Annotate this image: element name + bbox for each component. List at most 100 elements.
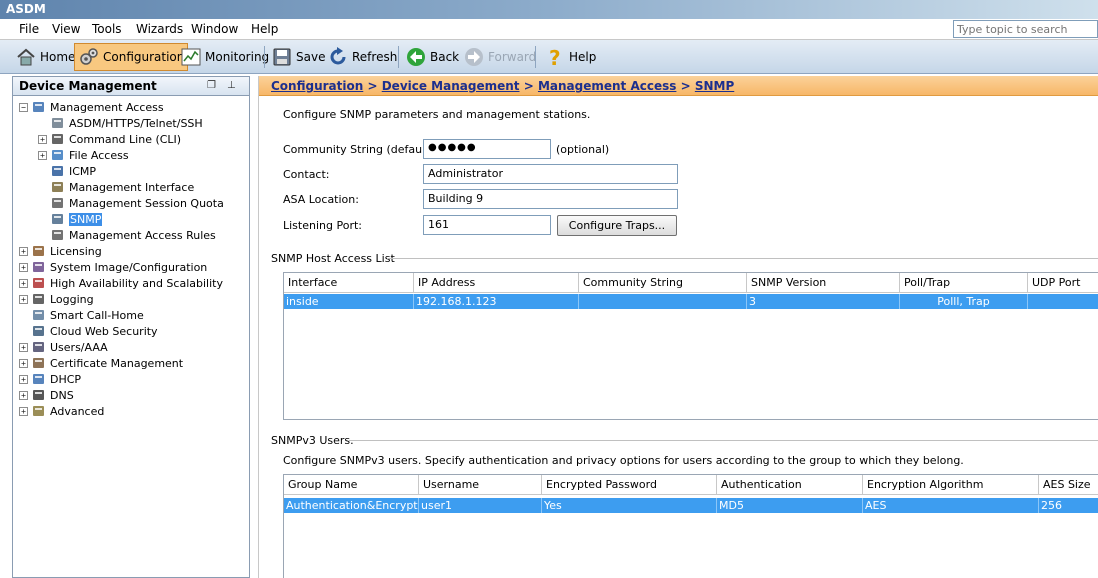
menu-file[interactable]: File	[19, 22, 39, 36]
breadcrumb-management-access[interactable]: Management Access	[538, 79, 676, 93]
tree-node-cloud-web-security[interactable]: Cloud Web Security	[19, 323, 158, 339]
breadcrumb-separator: >	[367, 79, 378, 93]
snmpv3-users-table[interactable]: Group Name Username Encrypted Password A…	[283, 474, 1098, 578]
expand-icon[interactable]: +	[19, 278, 28, 288]
contact-field[interactable]: Administrator	[423, 164, 678, 184]
restore-panel-icon[interactable]: ❐	[207, 80, 216, 91]
tree-node-file-access[interactable]: + File Access	[38, 147, 129, 163]
help-button[interactable]: ? Help	[541, 43, 599, 71]
column-header-encrypted-password[interactable]: Encrypted Password	[542, 475, 717, 495]
forward-arrow-icon	[465, 48, 483, 66]
tree-node-licensing[interactable]: + Licensing	[19, 243, 102, 259]
tree-node-label: Licensing	[50, 244, 102, 258]
expand-icon[interactable]: +	[38, 150, 47, 160]
column-header-username[interactable]: Username	[419, 475, 542, 495]
tree-node-management-access[interactable]: − Management Access	[19, 99, 164, 115]
tree-node-label: Cloud Web Security	[50, 324, 158, 338]
column-header-poll-trap[interactable]: Poll/Trap	[900, 273, 1028, 293]
host-access-table[interactable]: Interface IP Address Community String SN…	[283, 272, 1098, 420]
back-label: Back	[430, 50, 460, 64]
table-row[interactable]: inside 192.168.1.123 3 Polll, Trap	[284, 294, 1098, 309]
help-search-input[interactable]	[953, 20, 1098, 38]
pin-panel-icon[interactable]: ⊥	[227, 80, 236, 91]
session-quota-icon	[50, 196, 66, 210]
listening-port-field[interactable]: 161	[423, 215, 551, 235]
expand-icon[interactable]: +	[19, 390, 28, 400]
section-divider	[349, 440, 1098, 441]
home-button[interactable]: Home	[12, 43, 78, 71]
asa-location-field[interactable]: Building 9	[423, 189, 678, 209]
column-header-aes-size[interactable]: AES Size	[1039, 475, 1098, 495]
configure-traps-button[interactable]: Configure Traps...	[557, 215, 677, 236]
listening-port-label: Listening Port:	[283, 219, 362, 232]
tree-node-high-availability-and-scalability[interactable]: + High Availability and Scalability	[19, 275, 223, 291]
back-button[interactable]: Back	[402, 43, 462, 71]
community-string-field[interactable]: ●●●●●	[423, 139, 551, 159]
column-header-encryption-algorithm[interactable]: Encryption Algorithm	[863, 475, 1039, 495]
tree-node-dns[interactable]: + DNS	[19, 387, 74, 403]
save-button[interactable]: Save	[268, 43, 328, 71]
smart-call-home-icon	[31, 308, 47, 322]
menu-tools[interactable]: Tools	[92, 22, 122, 36]
expand-icon[interactable]: +	[19, 342, 28, 352]
tree-node-label: High Availability and Scalability	[50, 276, 223, 290]
breadcrumb-configuration[interactable]: Configuration	[271, 79, 363, 93]
cell-community-string	[579, 294, 747, 309]
host-access-table-header: Interface IP Address Community String SN…	[284, 273, 1098, 293]
cell-ip-address: 192.168.1.123	[414, 294, 579, 309]
snmp-configuration-pane: Configuration > Device Management > Mana…	[258, 76, 1098, 578]
column-header-authentication[interactable]: Authentication	[717, 475, 863, 495]
table-row[interactable]: Authentication&Encryption user1 Yes MD5 …	[284, 498, 1098, 513]
breadcrumb-snmp[interactable]: SNMP	[695, 79, 734, 93]
expand-icon[interactable]: +	[19, 406, 28, 416]
menu-help[interactable]: Help	[251, 22, 278, 36]
tree-node-snmp[interactable]: SNMP	[38, 211, 103, 227]
column-header-interface[interactable]: Interface	[284, 273, 414, 293]
column-header-community-string[interactable]: Community String	[579, 273, 747, 293]
menu-wizards[interactable]: Wizards	[136, 22, 183, 36]
breadcrumb-device-management[interactable]: Device Management	[382, 79, 520, 93]
menu-bar: File View Tools Wizards Window Help	[0, 19, 1098, 40]
expand-icon[interactable]: +	[19, 246, 28, 256]
monitoring-button[interactable]: Monitoring	[177, 43, 272, 71]
cloud-web-security-icon	[31, 324, 47, 338]
column-header-ip-address[interactable]: IP Address	[414, 273, 579, 293]
expand-icon[interactable]: +	[19, 374, 28, 384]
expand-icon[interactable]: +	[19, 262, 28, 272]
refresh-label: Refresh	[352, 50, 398, 64]
tree-node-system-image-configuration[interactable]: + System Image/Configuration	[19, 259, 207, 275]
expand-icon[interactable]: +	[19, 358, 28, 368]
menu-window[interactable]: Window	[191, 22, 238, 36]
expand-icon[interactable]: +	[19, 294, 28, 304]
menu-view[interactable]: View	[52, 22, 80, 36]
column-header-udp-port[interactable]: UDP Port	[1028, 273, 1098, 293]
tree-node-management-interface[interactable]: Management Interface	[38, 179, 194, 195]
tree-node-advanced[interactable]: + Advanced	[19, 403, 104, 419]
tree-node-logging[interactable]: + Logging	[19, 291, 94, 307]
optional-note: (optional)	[556, 143, 610, 156]
breadcrumb-separator: >	[523, 79, 534, 93]
collapse-icon[interactable]: −	[19, 102, 28, 112]
tree-node-dhcp[interactable]: + DHCP	[19, 371, 81, 387]
tree-node-certificate-management[interactable]: + Certificate Management	[19, 355, 183, 371]
tree-node-command-line-cli[interactable]: + Command Line (CLI)	[38, 131, 181, 147]
tree-node-smart-call-home[interactable]: Smart Call-Home	[19, 307, 144, 323]
tree-node-management-access-rules[interactable]: Management Access Rules	[38, 227, 216, 243]
tree-node-icmp[interactable]: ICMP	[38, 163, 96, 179]
expand-icon[interactable]: +	[38, 134, 47, 144]
refresh-button[interactable]: Refresh	[324, 43, 400, 71]
column-header-group-name[interactable]: Group Name	[284, 475, 419, 495]
forward-button[interactable]: Forward	[460, 43, 539, 71]
cell-group-name: Authentication&Encryption	[286, 498, 419, 513]
column-header-snmp-version[interactable]: SNMP Version	[747, 273, 900, 293]
gears-icon	[80, 48, 98, 65]
configuration-label: Configuration	[103, 50, 185, 64]
logging-icon	[31, 292, 47, 306]
tree-node-users-aaa[interactable]: + Users/AAA	[19, 339, 108, 355]
floppy-disk-icon	[273, 48, 291, 66]
breadcrumb-separator: >	[680, 79, 691, 93]
configuration-button[interactable]: Configuration	[74, 43, 189, 71]
tree-node-asdm-https-telnet-ssh[interactable]: ASDM/HTTPS/Telnet/SSH	[38, 115, 203, 131]
window-title: ASDM	[6, 2, 46, 16]
tree-node-management-session-quota[interactable]: Management Session Quota	[38, 195, 224, 211]
